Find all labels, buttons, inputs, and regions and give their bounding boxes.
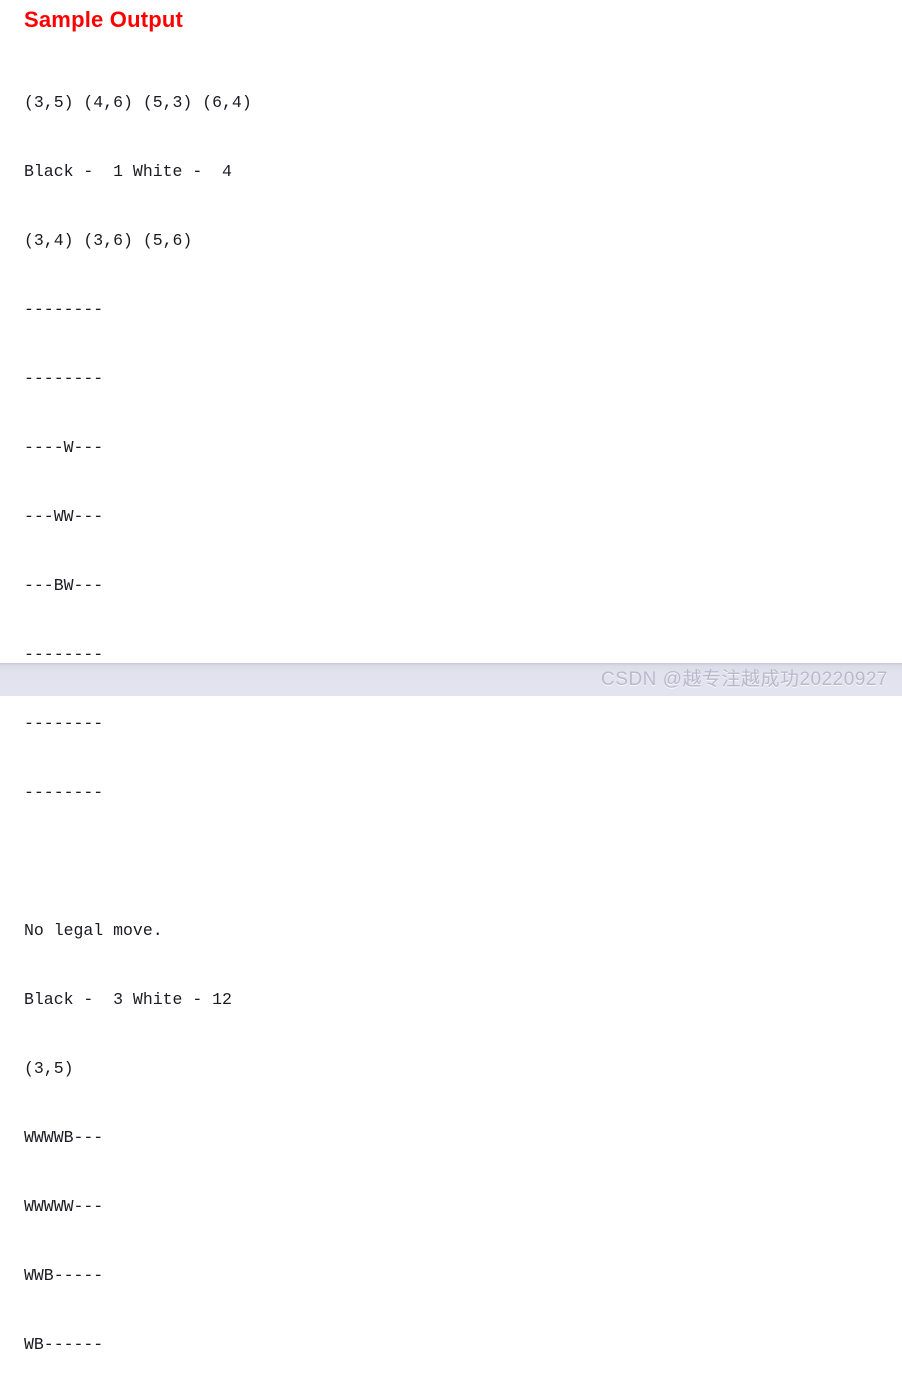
output-line: ----W--- [24,438,104,457]
output-line: WB------ [24,1335,104,1354]
output-line: WWWWW--- [24,1197,104,1216]
output-line: WWB----- [24,1266,104,1285]
output-line: -------- [24,369,104,388]
output-line: -------- [24,300,104,319]
output-line: Black - 3 White - 12 [24,990,232,1009]
watermark-label: CSDN @越专注越成功20220927 [601,669,888,690]
output-line: WWWWB--- [24,1128,104,1147]
output-line: ---WW--- [24,507,104,526]
page-title: Sample Output [24,7,184,32]
page-root: Sample Output (3,5) (4,6) (5,3) (6,4) Bl… [0,0,902,1354]
sample-output-console: (3,5) (4,6) (5,3) (6,4) Black - 1 White … [24,45,252,1392]
output-line: ---BW--- [24,576,104,595]
output-line: No legal move. [24,921,163,940]
output-line: (3,5) (4,6) (5,3) (6,4) [24,93,252,112]
output-line: (3,5) [24,1059,74,1078]
output-line: Black - 1 White - 4 [24,162,232,181]
output-line: -------- [24,714,104,733]
output-line-blank [24,850,252,873]
output-line: (3,4) (3,6) (5,6) [24,231,193,250]
output-line: -------- [24,783,104,802]
